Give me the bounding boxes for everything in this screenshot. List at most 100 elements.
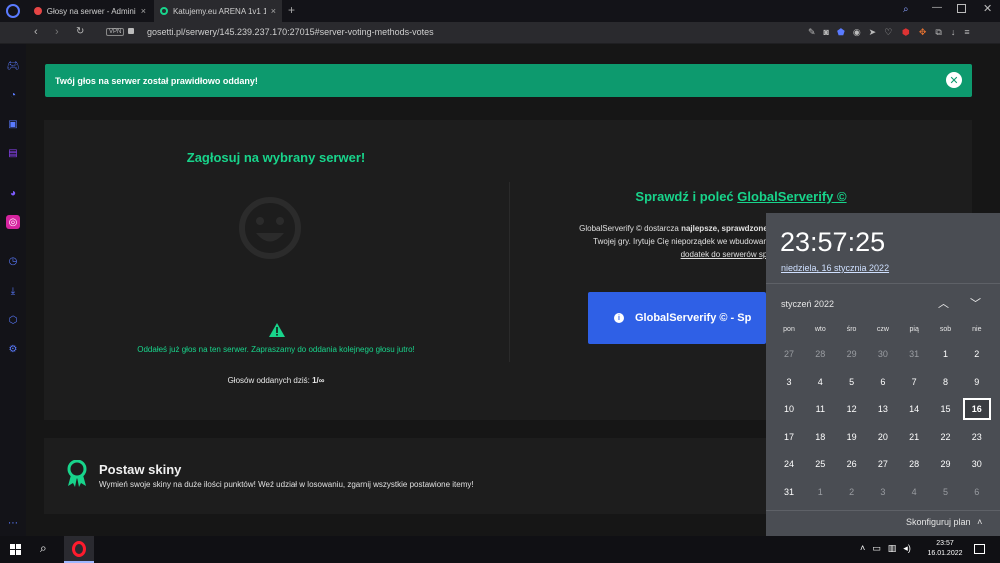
search-icon[interactable]: ⌕ <box>903 4 909 15</box>
calendar-day[interactable]: 20 <box>869 426 897 448</box>
opera-logo-icon[interactable] <box>6 4 20 18</box>
globalserverify-button[interactable]: i GlobalServerify © - Sp <box>588 292 766 344</box>
tab-katujemy[interactable]: Katujemy.eu ARENA 1v1 12 × <box>154 0 282 22</box>
calendar-day[interactable]: 29 <box>838 343 866 365</box>
calendar-day[interactable]: 27 <box>775 343 803 365</box>
opera-taskbar-icon[interactable] <box>64 536 94 563</box>
bag-icon[interactable]: ▣ <box>6 117 20 131</box>
calendar-day[interactable]: 21 <box>900 426 928 448</box>
download-icon[interactable]: ↓ <box>951 27 956 38</box>
calendar-day[interactable]: 5 <box>838 371 866 393</box>
close-window-icon[interactable]: ✕ <box>983 2 992 15</box>
calendar-day[interactable]: 9 <box>963 371 991 393</box>
gamepad-icon[interactable]: 🎮︎ <box>6 59 20 73</box>
windows-start-icon[interactable] <box>10 544 21 555</box>
calendar-day[interactable]: 27 <box>869 453 897 475</box>
weekday-label: pon <box>783 326 795 333</box>
calendar-day[interactable]: 30 <box>869 343 897 365</box>
calendar-day[interactable]: 28 <box>806 343 834 365</box>
calendar-day[interactable]: 11 <box>806 398 834 420</box>
calendar-day[interactable]: 2 <box>963 343 991 365</box>
calendar-day[interactable]: 15 <box>932 398 960 420</box>
notifications-icon[interactable] <box>974 544 985 554</box>
calendar-day[interactable]: 2 <box>838 481 866 503</box>
vote-title: Zagłosuj na wybrany serwer! <box>186 150 366 165</box>
calendar-day[interactable]: 31 <box>900 343 928 365</box>
calendar-day-today[interactable]: 16 <box>962 398 991 421</box>
calendar-day[interactable]: 1 <box>806 481 834 503</box>
search-icon[interactable]: ⌕ <box>40 541 47 556</box>
calendar-day[interactable]: 17 <box>775 426 803 448</box>
forward-icon[interactable]: › <box>55 26 59 38</box>
calendar-day[interactable]: 4 <box>806 371 834 393</box>
calendar-day[interactable]: 18 <box>806 426 834 448</box>
network-icon[interactable]: ▥ <box>888 543 897 554</box>
close-icon[interactable]: ✕ <box>946 72 962 88</box>
calendar-day[interactable]: 29 <box>932 453 960 475</box>
calendar-day[interactable]: 30 <box>963 453 991 475</box>
taskbar-clock[interactable]: 23:57 16.01.2022 <box>924 539 966 559</box>
calendar-day[interactable]: 1 <box>932 343 960 365</box>
new-tab-icon[interactable]: + <box>288 3 295 17</box>
volume-icon[interactable]: ◂) <box>903 543 911 554</box>
close-icon[interactable]: × <box>141 6 146 16</box>
calendar-day[interactable]: 8 <box>932 371 960 393</box>
configure-plan-button[interactable]: Skonfiguruj plan ˄ <box>906 517 982 527</box>
calendar-day[interactable]: 13 <box>869 398 897 420</box>
weekday-label: pią <box>909 326 919 333</box>
globalserverify-link[interactable]: GlobalServerify © <box>737 189 846 204</box>
ublock-icon[interactable]: ⬢ <box>902 27 910 38</box>
calendar-day[interactable]: 28 <box>900 453 928 475</box>
menu-icon[interactable]: ≡ <box>964 27 969 38</box>
calendar-day[interactable]: 3 <box>775 371 803 393</box>
back-icon[interactable]: ‹ <box>34 26 38 38</box>
calendar-day[interactable]: 25 <box>806 453 834 475</box>
camera-icon[interactable]: ◙ <box>824 27 829 38</box>
history-icon[interactable]: ◷ <box>6 254 20 268</box>
calendar-day[interactable]: 31 <box>775 481 803 503</box>
vpn-badge[interactable]: VPN <box>106 28 125 36</box>
instagram-icon[interactable]: ◎ <box>6 215 20 229</box>
heart-icon[interactable]: ♡ <box>884 27 892 38</box>
chevron-up-icon[interactable]: ˄ <box>860 543 865 554</box>
twitch-icon[interactable]: ▤ <box>6 146 20 160</box>
configure-plan-label: Skonfiguruj plan <box>906 517 971 527</box>
calendar-day[interactable]: 6 <box>869 371 897 393</box>
calendar-day[interactable]: 12 <box>838 398 866 420</box>
tab-votes[interactable]: Głosy na serwer - Administ × <box>28 0 152 22</box>
speed-dial-icon[interactable]: ◔ <box>6 88 20 102</box>
calendar-day[interactable]: 7 <box>900 371 928 393</box>
settings-icon[interactable]: ⚙ <box>6 342 20 356</box>
calendar-day[interactable]: 22 <box>932 426 960 448</box>
calendar-day[interactable]: 4 <box>900 481 928 503</box>
send-icon[interactable]: ➤ <box>869 27 877 38</box>
clock-date-link[interactable]: niedziela, 16 stycznia 2022 <box>781 263 889 273</box>
edit-icon[interactable]: ✎ <box>808 27 816 38</box>
eye-icon[interactable]: ◉ <box>853 27 861 38</box>
calendar-day[interactable]: 24 <box>775 453 803 475</box>
minimize-icon[interactable]: — <box>932 2 942 13</box>
calendar-day[interactable]: 23 <box>963 426 991 448</box>
calendar-day[interactable]: 26 <box>838 453 866 475</box>
extension-icon[interactable]: ✥ <box>919 27 927 38</box>
messenger-icon[interactable]: ◕ <box>6 186 20 200</box>
downloads-icon[interactable]: ⤓ <box>6 284 20 298</box>
calendar-day[interactable]: 10 <box>775 398 803 420</box>
cube-icon[interactable]: ⬡ <box>6 313 20 327</box>
battery-icon[interactable]: ▭ <box>872 543 881 554</box>
puzzle-icon[interactable]: ⧉ <box>935 27 941 38</box>
reload-icon[interactable]: ↻ <box>76 26 84 37</box>
chevron-up-icon[interactable]: ︿ <box>938 295 949 311</box>
calendar-day[interactable]: 5 <box>932 481 960 503</box>
shield-icon[interactable]: ⬟ <box>837 27 845 38</box>
close-icon[interactable]: × <box>271 6 276 16</box>
calendar-day[interactable]: 19 <box>838 426 866 448</box>
url-field[interactable]: gosetti.pl/serwery/145.239.237.170:27015… <box>147 27 434 37</box>
chevron-down-icon[interactable]: ﹀ <box>970 295 981 311</box>
calendar-day[interactable]: 3 <box>869 481 897 503</box>
more-icon[interactable]: ⋯ <box>6 516 20 530</box>
calendar-month[interactable]: styczeń 2022 <box>781 299 834 309</box>
calendar-day[interactable]: 6 <box>963 481 991 503</box>
calendar-day[interactable]: 14 <box>900 398 928 420</box>
maximize-icon[interactable] <box>957 4 966 13</box>
